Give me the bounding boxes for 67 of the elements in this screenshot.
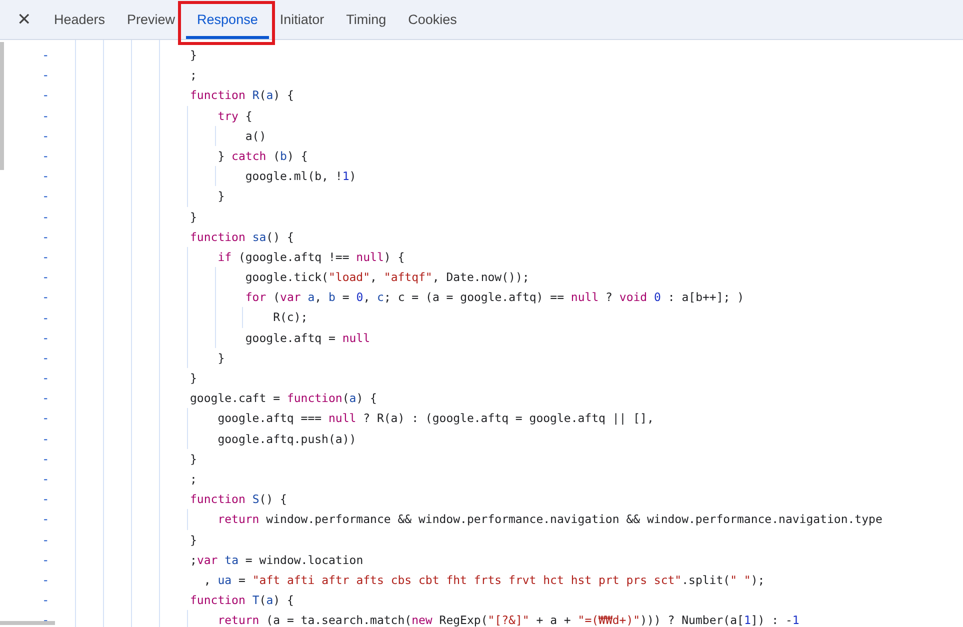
line-marker: -	[42, 250, 50, 264]
line-marker: -	[42, 189, 50, 204]
line-marker: -	[42, 230, 50, 244]
tab[interactable]: Response	[186, 0, 269, 39]
line-marker: -	[42, 68, 50, 82]
code-line: return window.performance && window.performance.navigation && window.performance.navigation.type	[190, 509, 882, 530]
code-line: google.aftq.push(a))	[190, 428, 356, 449]
line-marker: -	[42, 88, 50, 102]
line-marker: -	[42, 371, 50, 386]
scrollbar[interactable]	[0, 42, 4, 170]
line-marker: -	[42, 472, 50, 486]
code-line: for (var a, b = 0, c; c = (a = google.aftq) == null ? void 0 : a[b++]; )	[190, 287, 744, 308]
line-marker: -	[42, 391, 50, 406]
line-marker: -	[42, 350, 50, 365]
line-marker: -	[42, 48, 50, 62]
code-line: }	[190, 208, 197, 226]
line-marker: -	[42, 290, 50, 304]
code-line: R(c);	[190, 307, 308, 328]
line-marker: -	[42, 411, 50, 426]
code-line: google.ml(b, !1)	[190, 166, 356, 186]
line-marker: -	[42, 593, 50, 608]
tab[interactable]: Cookies	[397, 0, 468, 39]
code-line: }	[190, 47, 197, 64]
line-marker: -	[42, 310, 50, 325]
tab[interactable]: Initiator	[268, 0, 336, 39]
line-marker: -	[42, 432, 50, 446]
line-marker: -	[42, 210, 50, 224]
code-line: }	[190, 450, 197, 468]
tab[interactable]: Headers	[43, 0, 116, 39]
code-line: google.aftq === null ? R(a) : (google.aftq = google.aftq || [],	[190, 408, 654, 429]
code-line: } catch (b) {	[190, 146, 308, 166]
line-marker: -	[42, 270, 50, 284]
code-line: function R(a) {	[190, 87, 294, 104]
line-marker: -	[42, 128, 50, 143]
code-line: , ua = "aft afti aftr afts cbs cbt fht frts frvt hct hst prt prs sct".split(" ");	[202, 572, 765, 589]
close-button[interactable]: ✕	[5, 0, 43, 39]
line-marker: -	[42, 552, 50, 567]
code-line: }	[190, 532, 197, 548]
line-marker: -	[42, 108, 50, 123]
line-marker: -	[42, 613, 50, 627]
tab[interactable]: Preview	[116, 0, 186, 39]
code-line: google.caft = function(a) {	[190, 390, 377, 408]
line-marker: -	[42, 572, 50, 587]
line-marker: -	[42, 532, 50, 547]
code-line: function T(a) {	[190, 592, 294, 610]
line-marker: -	[42, 330, 50, 345]
tab[interactable]: Timing	[335, 0, 398, 39]
code-line: try {	[190, 106, 252, 126]
code-line: ;	[190, 470, 197, 488]
code-line: }	[190, 370, 197, 387]
code-line: function S() {	[190, 491, 287, 508]
code-line: return (a = ta.search.match(new RegExp("[?&]" + a + "=(₩₩d+)"))) ? Number(a[1]) : -1	[190, 610, 800, 627]
line-marker: -	[42, 169, 50, 184]
code-line: ;	[190, 67, 197, 84]
line-marker: -	[42, 452, 50, 466]
code-line: google.aftq = null	[190, 328, 370, 348]
line-marker: -	[42, 512, 50, 526]
line-marker: -	[42, 492, 50, 506]
code-line: }	[190, 348, 225, 368]
code-line: }	[190, 186, 225, 207]
code-line: function sa() {	[190, 228, 294, 246]
code-line: google.tick("load", "aftqf", Date.now());	[190, 267, 530, 288]
line-marker: -	[42, 149, 50, 164]
code-line: a()	[190, 126, 266, 146]
code-line: if (google.aftq !== null) {	[190, 246, 405, 268]
code-line: ;var ta = window.location	[190, 552, 364, 569]
scrollbar[interactable]	[0, 621, 55, 625]
